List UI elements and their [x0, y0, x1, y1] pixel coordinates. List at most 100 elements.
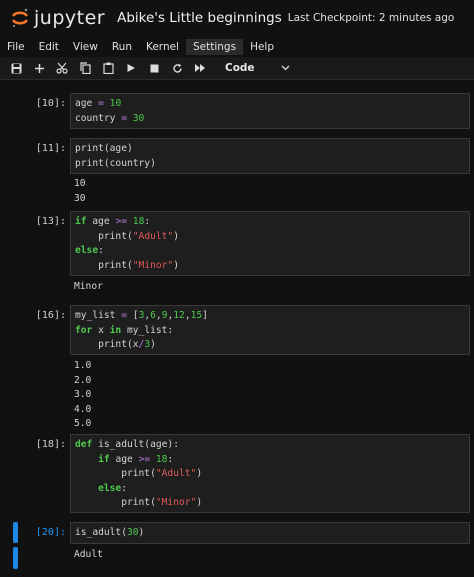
jupyter-logo-icon [11, 8, 29, 28]
run-all-button[interactable] [189, 58, 211, 78]
code-token: age [86, 216, 116, 227]
copy-button[interactable] [74, 58, 96, 78]
restart-button[interactable] [166, 58, 188, 78]
code-input[interactable]: my_list = [3,6,9,12,15] for x in my_list… [70, 305, 470, 355]
cell-prompt: [11]: [35, 143, 66, 154]
add-cell-icon [34, 63, 44, 73]
stop-button[interactable] [143, 58, 165, 78]
stop-icon [150, 64, 158, 72]
code-token: if [98, 453, 110, 465]
cut-button[interactable] [51, 58, 73, 78]
cell-prompt: [10]: [35, 98, 66, 109]
code-line: print("Adult") [75, 467, 465, 482]
code-line: if age >= 18: [75, 215, 465, 230]
code-token: ) [138, 527, 145, 538]
code-token: : [98, 245, 104, 256]
code-token: print( [75, 497, 156, 508]
code-line: if age >= 18: [75, 453, 465, 468]
code-line: print(x/3) [75, 338, 465, 353]
code-token: >= [115, 216, 128, 227]
code-token: "Adult" [155, 468, 197, 479]
code-token: age [75, 98, 99, 109]
code-line: country = 30 [75, 112, 465, 127]
code-line: else: [75, 244, 465, 259]
code-line: print("Minor") [75, 259, 465, 274]
code-token: def [75, 439, 93, 450]
code-input[interactable]: print(age) print(country) [70, 138, 470, 174]
cell-output: 1.0 2.0 3.0 4.0 5.0 [74, 359, 91, 432]
code-token: is_adult( [75, 527, 127, 538]
paste-button[interactable] [97, 58, 119, 78]
save-icon [11, 63, 21, 73]
menu-settings[interactable]: Settings [185, 39, 244, 55]
code-input[interactable]: if age >= 18: print("Adult") else: print… [70, 211, 470, 276]
cell-prompt: [20]: [35, 527, 66, 538]
top-header: jupyter Abike's Little beginnings Last C… [0, 0, 474, 36]
code-token: 18 [155, 453, 168, 465]
code-token: x [92, 324, 110, 336]
menu-edit[interactable]: Edit [32, 39, 66, 55]
output-line: 3.0 [74, 389, 92, 400]
code-token: 12 [173, 310, 185, 321]
code-line: else: [75, 482, 465, 497]
code-input[interactable]: def is_adult(age): if age >= 18: print("… [70, 434, 470, 513]
code-token: else [98, 482, 122, 494]
code-token: ) [173, 259, 179, 271]
code-line: def is_adult(age): [75, 438, 465, 453]
cell-prompt: [18]: [35, 439, 66, 450]
run-icon [127, 64, 135, 72]
code-token: >= [138, 453, 151, 465]
code-token: 30 [126, 527, 139, 538]
menu-kernel[interactable]: Kernel [139, 39, 186, 55]
chevron-down-icon[interactable] [281, 65, 290, 71]
code-token: country [75, 112, 122, 124]
menu-file[interactable]: File [0, 39, 32, 55]
menu-bar: File Edit View Run Kernel Settings Help [0, 37, 474, 57]
code-token: : [167, 453, 174, 465]
save-button[interactable] [5, 58, 27, 78]
code-token: print( [75, 230, 133, 242]
cell-output: Minor [74, 280, 103, 295]
output-line: Adult [74, 549, 103, 560]
cell-prompt: [13]: [35, 216, 66, 227]
code-line: my_list = [3,6,9,12,15] [75, 309, 465, 324]
code-token: print(age) [75, 143, 133, 154]
cell-type-select[interactable]: Code [225, 62, 277, 74]
run-button[interactable] [120, 58, 142, 78]
code-token: for [75, 324, 93, 336]
code-token: is_adult(age): [92, 439, 179, 450]
code-token: if [75, 216, 87, 227]
code-token: ] [202, 310, 208, 321]
add-cell-button[interactable] [28, 58, 50, 78]
code-token: ) [196, 497, 203, 508]
code-token: my_list: [121, 324, 174, 336]
code-line: is_adult(30) [75, 526, 465, 541]
notebook-title[interactable]: Abike's Little beginnings [117, 10, 282, 26]
output-line: 4.0 [74, 403, 92, 415]
code-token: ) [196, 468, 203, 479]
code-line: print("Adult") [75, 230, 465, 245]
code-input[interactable]: age = 10 country = 30 [70, 93, 470, 129]
cut-icon [56, 62, 68, 74]
output-line: 30 [74, 192, 86, 204]
menu-help[interactable]: Help [243, 39, 281, 55]
code-token: else [75, 245, 99, 256]
code-token: in [109, 324, 122, 336]
code-token: print(country) [75, 157, 156, 169]
code-line: print("Minor") [75, 496, 465, 511]
code-token: age [109, 453, 139, 465]
output-line: 2.0 [74, 374, 92, 386]
code-token: print( [75, 468, 156, 479]
code-input[interactable]: is_adult(30) [70, 522, 470, 544]
menu-view[interactable]: View [66, 39, 105, 55]
restart-icon [172, 63, 182, 73]
fast-forward-icon [195, 64, 205, 72]
logo-text: jupyter [34, 7, 106, 29]
jupyter-logo[interactable]: jupyter [10, 7, 105, 29]
code-token: : [144, 216, 151, 227]
cell-output: Adult [74, 548, 103, 563]
menu-run[interactable]: Run [105, 39, 139, 55]
output-collapser[interactable] [13, 547, 18, 569]
